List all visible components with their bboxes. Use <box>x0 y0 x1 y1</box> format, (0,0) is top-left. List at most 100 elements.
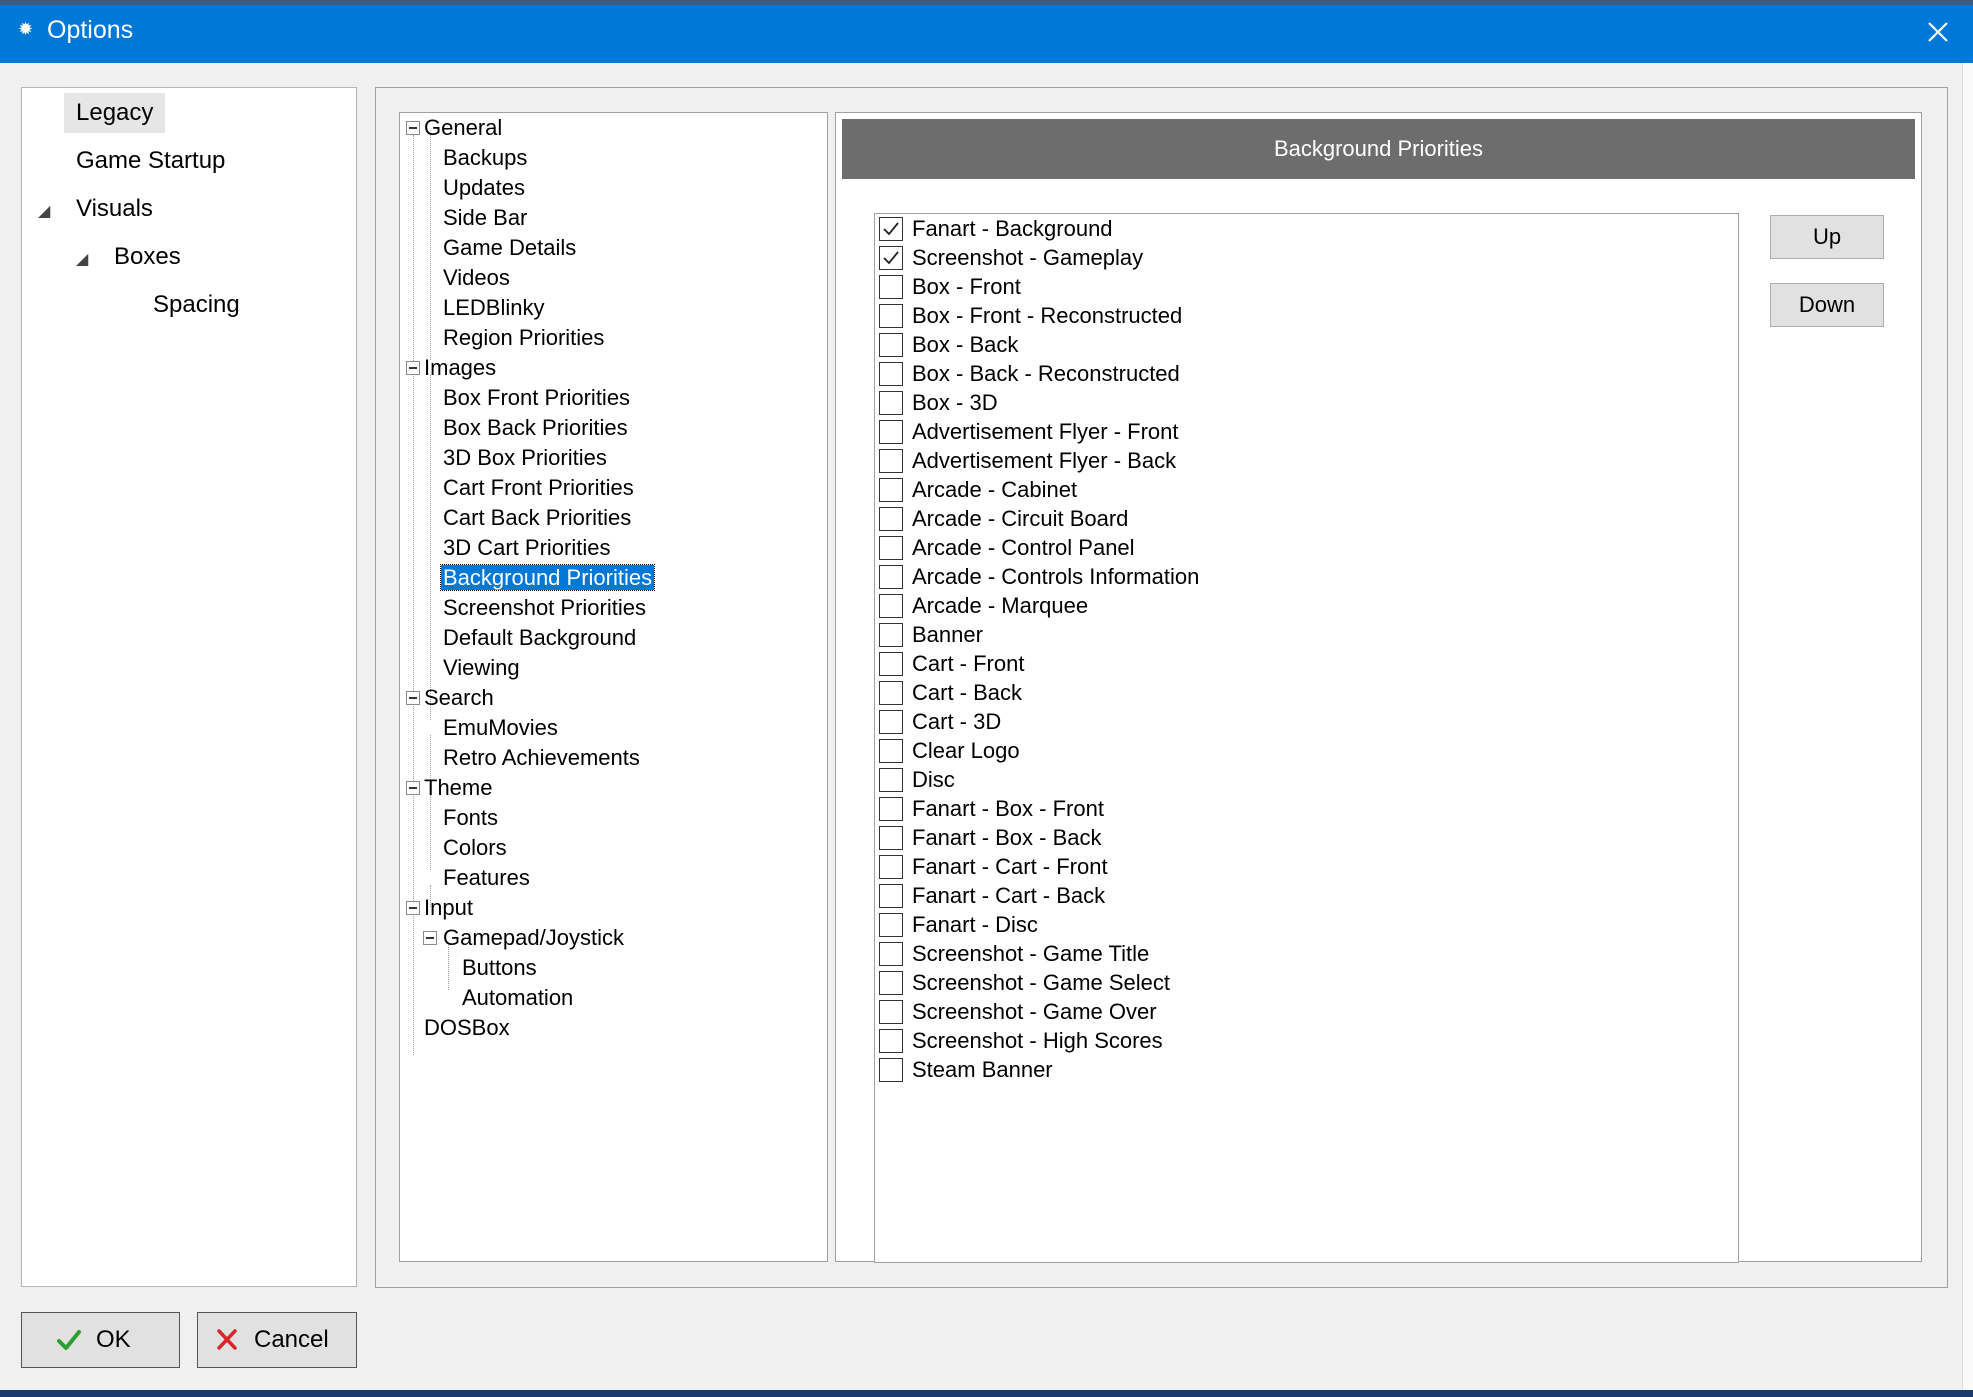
checkbox[interactable] <box>879 651 903 676</box>
collapse-icon[interactable] <box>406 691 420 705</box>
up-button[interactable]: Up <box>1770 215 1884 259</box>
collapse-icon[interactable] <box>406 361 420 375</box>
checklist-item[interactable]: Advertisement Flyer - Front <box>879 417 1179 446</box>
tree-item-box-front-priorities[interactable]: Box Front Priorities <box>441 383 632 413</box>
tree-item-input[interactable]: Input <box>422 893 475 923</box>
tree-item-region-priorities[interactable]: Region Priorities <box>441 323 606 353</box>
tree-item-side-bar[interactable]: Side Bar <box>441 203 529 233</box>
collapse-icon[interactable] <box>406 781 420 795</box>
checklist-item[interactable]: Fanart - Background <box>879 214 1113 243</box>
checklist-item[interactable]: Box - Front - Reconstructed <box>879 301 1182 330</box>
checkbox[interactable] <box>879 361 903 386</box>
checklist-item[interactable]: Arcade - Cabinet <box>879 475 1077 504</box>
tree-item-general[interactable]: General <box>422 113 504 143</box>
tree-item-dosbox[interactable]: DOSBox <box>422 1013 512 1043</box>
checkbox[interactable] <box>879 1028 903 1053</box>
tree-item-gamepad-joystick[interactable]: Gamepad/Joystick <box>441 923 626 953</box>
tree-item-game-details[interactable]: Game Details <box>441 233 578 263</box>
checklist-item[interactable]: Arcade - Controls Information <box>879 562 1199 591</box>
checklist-item[interactable]: Screenshot - Game Select <box>879 968 1170 997</box>
tree-item-automation[interactable]: Automation <box>460 983 575 1013</box>
tree-item-cart-back-priorities[interactable]: Cart Back Priorities <box>441 503 633 533</box>
nav-item-legacy[interactable]: Legacy <box>64 93 166 133</box>
checklist-item[interactable]: Screenshot - Gameplay <box>879 243 1143 272</box>
checklist-item[interactable]: Box - Back - Reconstructed <box>879 359 1180 388</box>
checkbox[interactable] <box>879 709 903 734</box>
checkbox[interactable] <box>879 593 903 618</box>
checkbox[interactable] <box>879 1057 903 1082</box>
tree-item-search[interactable]: Search <box>422 683 496 713</box>
checklist-item[interactable]: Box - 3D <box>879 388 998 417</box>
checkbox[interactable] <box>879 796 903 821</box>
tree-item-box-back-priorities[interactable]: Box Back Priorities <box>441 413 630 443</box>
checkbox[interactable] <box>879 738 903 763</box>
tree-item-default-background[interactable]: Default Background <box>441 623 638 653</box>
checkbox[interactable] <box>879 245 903 270</box>
checklist-item[interactable]: Box - Back <box>879 330 1018 359</box>
nav-item-visuals[interactable]: Visuals <box>76 189 153 229</box>
expand-arrow-icon[interactable]: ◢ <box>76 249 88 269</box>
checkbox[interactable] <box>879 999 903 1024</box>
checklist-item[interactable]: Clear Logo <box>879 736 1020 765</box>
tree-item-background-priorities[interactable]: Background Priorities <box>439 563 656 593</box>
tree-item-images[interactable]: Images <box>422 353 498 383</box>
checkbox[interactable] <box>879 535 903 560</box>
checklist-item[interactable]: Disc <box>879 765 955 794</box>
checkbox[interactable] <box>879 477 903 502</box>
cancel-button[interactable]: Cancel <box>197 1312 357 1368</box>
checklist-item[interactable]: Fanart - Cart - Front <box>879 852 1108 881</box>
checklist-item[interactable]: Screenshot - Game Title <box>879 939 1149 968</box>
checklist-item[interactable]: Arcade - Marquee <box>879 591 1088 620</box>
tree-item-3d-cart-priorities[interactable]: 3D Cart Priorities <box>441 533 612 563</box>
checkbox[interactable] <box>879 448 903 473</box>
priority-checklist[interactable]: Fanart - Background Screenshot - Gameplay… <box>874 213 1739 1263</box>
checklist-item[interactable]: Fanart - Box - Back <box>879 823 1102 852</box>
checklist-item[interactable]: Steam Banner <box>879 1055 1053 1084</box>
checkbox[interactable] <box>879 564 903 589</box>
checkbox[interactable] <box>879 941 903 966</box>
checkbox[interactable] <box>879 912 903 937</box>
checklist-item[interactable]: Fanart - Box - Front <box>879 794 1104 823</box>
checkbox[interactable] <box>879 970 903 995</box>
checklist-item[interactable]: Cart - Back <box>879 678 1022 707</box>
checkbox[interactable] <box>879 883 903 908</box>
tree-item-cart-front-priorities[interactable]: Cart Front Priorities <box>441 473 636 503</box>
nav-item-boxes[interactable]: Boxes <box>114 237 181 277</box>
collapse-icon[interactable] <box>423 931 437 945</box>
down-button[interactable]: Down <box>1770 283 1884 327</box>
nav-item-game-startup[interactable]: Game Startup <box>76 141 225 181</box>
checkbox[interactable] <box>879 303 903 328</box>
ok-button[interactable]: OK <box>21 1312 180 1368</box>
tree-item-viewing[interactable]: Viewing <box>441 653 522 683</box>
tree-item-videos[interactable]: Videos <box>441 263 512 293</box>
checkbox[interactable] <box>879 216 903 241</box>
checkbox[interactable] <box>879 622 903 647</box>
checklist-item[interactable]: Arcade - Control Panel <box>879 533 1135 562</box>
checklist-item[interactable]: Cart - Front <box>879 649 1024 678</box>
checkbox[interactable] <box>879 274 903 299</box>
tree-item-screenshot-priorities[interactable]: Screenshot Priorities <box>441 593 648 623</box>
nav-item-spacing[interactable]: Spacing <box>153 285 240 325</box>
checklist-item[interactable]: Cart - 3D <box>879 707 1001 736</box>
checklist-item[interactable]: Fanart - Disc <box>879 910 1038 939</box>
tree-item-backups[interactable]: Backups <box>441 143 529 173</box>
checklist-item[interactable]: Fanart - Cart - Back <box>879 881 1105 910</box>
checkbox[interactable] <box>879 390 903 415</box>
checklist-item[interactable]: Advertisement Flyer - Back <box>879 446 1176 475</box>
checkbox[interactable] <box>879 767 903 792</box>
checklist-item[interactable]: Screenshot - Game Over <box>879 997 1157 1026</box>
checklist-item[interactable]: Screenshot - High Scores <box>879 1026 1163 1055</box>
checklist-item[interactable]: Box - Front <box>879 272 1021 301</box>
checkbox[interactable] <box>879 854 903 879</box>
checkbox[interactable] <box>879 332 903 357</box>
checkbox[interactable] <box>879 825 903 850</box>
tree-item-ledblinky[interactable]: LEDBlinky <box>441 293 546 323</box>
tree-item-retro-achievements[interactable]: Retro Achievements <box>441 743 642 773</box>
tree-item-3d-box-priorities[interactable]: 3D Box Priorities <box>441 443 609 473</box>
checkbox[interactable] <box>879 506 903 531</box>
tree-item-theme[interactable]: Theme <box>422 773 494 803</box>
checkbox[interactable] <box>879 680 903 705</box>
tree-item-features[interactable]: Features <box>441 863 532 893</box>
expand-arrow-icon[interactable]: ◢ <box>38 201 50 221</box>
tree-item-updates[interactable]: Updates <box>441 173 527 203</box>
